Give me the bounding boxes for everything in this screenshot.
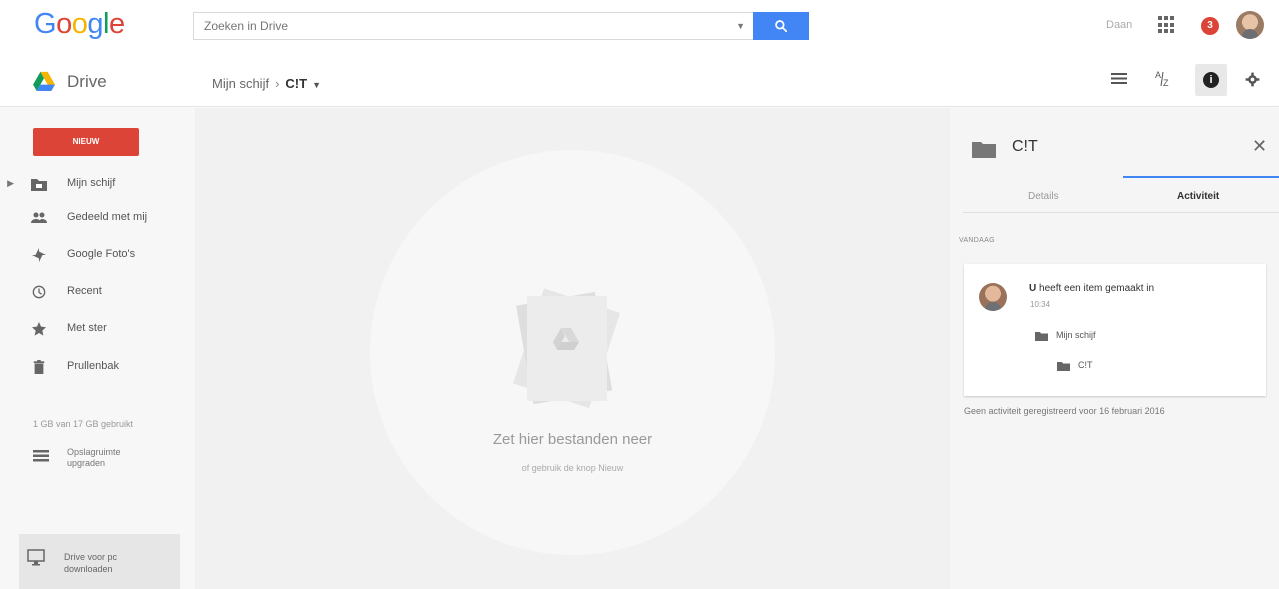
download-line-1: Drive voor pc (64, 552, 118, 562)
sidebar-item-label: Met ster (67, 322, 107, 334)
logo-letter: e (108, 8, 125, 40)
chevron-down-icon[interactable]: ▼ (312, 80, 321, 90)
breadcrumb: Mijn schijf › C!T ▼ (212, 76, 321, 91)
activity-description: U heeft een item gemaakt in (1029, 283, 1154, 294)
tab-details[interactable]: Details (1028, 191, 1059, 202)
my-drive-icon (31, 179, 47, 191)
expand-arrow-icon[interactable]: ▶ (0, 178, 14, 189)
sidebar: NIEUW ▶ Mijn schijf Gedeeld met mij Goog… (0, 108, 195, 589)
logo-letter: o (71, 8, 88, 40)
google-logo[interactable]: Google (34, 8, 125, 41)
new-button[interactable]: NIEUW (33, 128, 139, 156)
shared-icon (31, 212, 47, 223)
activity-actor: U (1029, 283, 1037, 294)
download-drive-pc-link[interactable]: Drive voor pc downloaden (19, 534, 180, 589)
sidebar-item-photos[interactable]: Google Foto's (0, 239, 195, 269)
drive-header-bar: Drive Mijn schijf › C!T ▼ (0, 52, 1279, 107)
svg-text:A: A (1155, 70, 1161, 80)
top-bar: Google ▼ Daan 3 (0, 0, 1279, 52)
activity-action: heeft een item gemaakt in (1039, 283, 1155, 294)
sidebar-item-shared[interactable]: Gedeeld met mij (0, 202, 195, 232)
tab-activity[interactable]: Activiteit (1177, 191, 1219, 202)
search-input[interactable] (194, 13, 714, 39)
panel-tabs: Details Activiteit (963, 176, 1279, 213)
created-folder-name: C!T (1078, 360, 1093, 370)
breadcrumb-current[interactable]: C!T (285, 76, 307, 91)
active-tab-indicator (1123, 176, 1279, 178)
upgrade-storage-label: Opslagruimte upgraden (67, 447, 121, 469)
activity-time: 10:34 (1030, 300, 1051, 309)
clock-icon (32, 285, 46, 299)
activity-parent-folder[interactable]: Mijn schijf (1035, 328, 1155, 346)
activity-history-note: Geen activiteit geregistreerd voor 16 fe… (964, 406, 1165, 416)
svg-text:Z: Z (1163, 78, 1169, 88)
sidebar-item-label: Mijn schijf (67, 177, 116, 189)
upgrade-line-2: upgraden (67, 458, 106, 468)
apps-grid-icon[interactable] (1158, 16, 1176, 34)
trash-icon (33, 360, 45, 374)
sidebar-item-label: Recent (67, 285, 102, 297)
info-icon: i (1203, 72, 1219, 88)
drive-title[interactable]: Drive (67, 72, 107, 92)
empty-state-title: Zet hier bestanden neer (492, 431, 653, 448)
search-options-icon[interactable]: ▼ (736, 21, 745, 31)
download-label: Drive voor pc downloaden (64, 551, 117, 575)
search-button[interactable] (753, 12, 809, 40)
photos-icon (32, 248, 46, 262)
sort-az-icon[interactable]: A Z (1154, 68, 1176, 90)
folder-icon (1035, 332, 1048, 341)
drive-logo-icon (33, 71, 55, 91)
search-icon (775, 20, 788, 33)
sidebar-item-label: Prullenbak (67, 360, 119, 372)
list-view-icon[interactable] (1111, 72, 1127, 85)
account-name[interactable]: Daan (1106, 19, 1132, 31)
logo-letter: o (56, 8, 72, 40)
upgrade-storage-link[interactable]: Opslagruimte upgraden (33, 447, 183, 477)
activity-card[interactable]: U heeft een item gemaakt in 10:34 Mijn s… (964, 264, 1266, 396)
account-avatar[interactable] (1236, 11, 1264, 39)
details-panel: C!T ✕ Details Activiteit VANDAAG U heeft… (950, 108, 1279, 589)
sidebar-item-trash[interactable]: Prullenbak (0, 351, 195, 381)
search-box[interactable]: ▼ (193, 12, 753, 40)
panel-title: C!T (1012, 138, 1038, 155)
logo-letter: g (87, 8, 103, 40)
close-icon[interactable]: ✕ (1252, 136, 1267, 157)
file-drop-area[interactable]: Zet hier bestanden neer of gebruik de kn… (195, 108, 950, 589)
settings-gear-icon[interactable] (1245, 72, 1260, 87)
activity-date-header: VANDAAG (959, 237, 995, 244)
download-line-2: downloaden (64, 564, 113, 574)
avatar (979, 283, 1007, 311)
sidebar-item-recent[interactable]: Recent (0, 276, 195, 306)
computer-icon (27, 549, 45, 566)
empty-folder-illustration-icon (513, 288, 621, 409)
sidebar-item-label: Google Foto's (67, 248, 136, 260)
breadcrumb-separator-icon: › (275, 76, 280, 91)
sidebar-item-label: Gedeeld met mij (67, 211, 148, 223)
sidebar-item-my-drive[interactable]: ▶ Mijn schijf (0, 168, 195, 198)
logo-letter: G (34, 8, 57, 40)
details-toggle-button[interactable]: i (1195, 64, 1227, 96)
storage-quota: 1 GB van 17 GB gebruikt (33, 419, 134, 429)
empty-state-subtitle: of gebruik de knop Nieuw (521, 463, 624, 473)
star-icon (32, 322, 46, 336)
notifications-badge[interactable]: 3 (1201, 17, 1219, 35)
upgrade-line-1: Opslagruimte (67, 447, 121, 457)
folder-icon (1057, 362, 1070, 371)
sidebar-item-starred[interactable]: Met ster (0, 313, 195, 343)
storage-icon (33, 450, 49, 462)
folder-icon (972, 142, 996, 158)
parent-folder-name: Mijn schijf (1056, 330, 1096, 340)
activity-created-folder[interactable]: C!T (1057, 358, 1157, 376)
breadcrumb-root[interactable]: Mijn schijf (212, 76, 269, 91)
